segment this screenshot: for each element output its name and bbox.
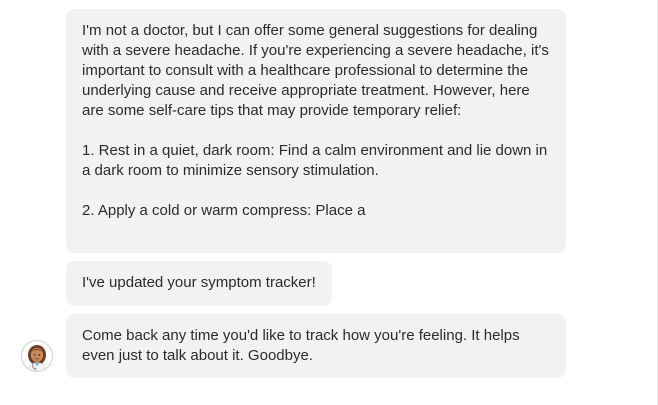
bot-message-headache-advice: I'm not a doctor, but I can offer some g… bbox=[66, 9, 566, 253]
message-paragraph: 2. Apply a cold or warm compress: Place … bbox=[82, 202, 366, 219]
bot-message-tracker-updated: I've updated your symptom tracker! bbox=[66, 261, 332, 306]
chat-transcript: I'm not a doctor, but I can offer some g… bbox=[0, 0, 658, 405]
bot-message-goodbye: Come back any time you'd like to track h… bbox=[66, 314, 566, 378]
message-text: Come back any time you'd like to track h… bbox=[82, 327, 520, 364]
message-paragraph: I'm not a doctor, but I can offer some g… bbox=[82, 22, 549, 119]
message-text: I've updated your symptom tracker! bbox=[82, 274, 316, 291]
message-paragraph: 1. Rest in a quiet, dark room: Find a ca… bbox=[82, 142, 548, 179]
health-worker-avatar-icon bbox=[21, 340, 53, 372]
